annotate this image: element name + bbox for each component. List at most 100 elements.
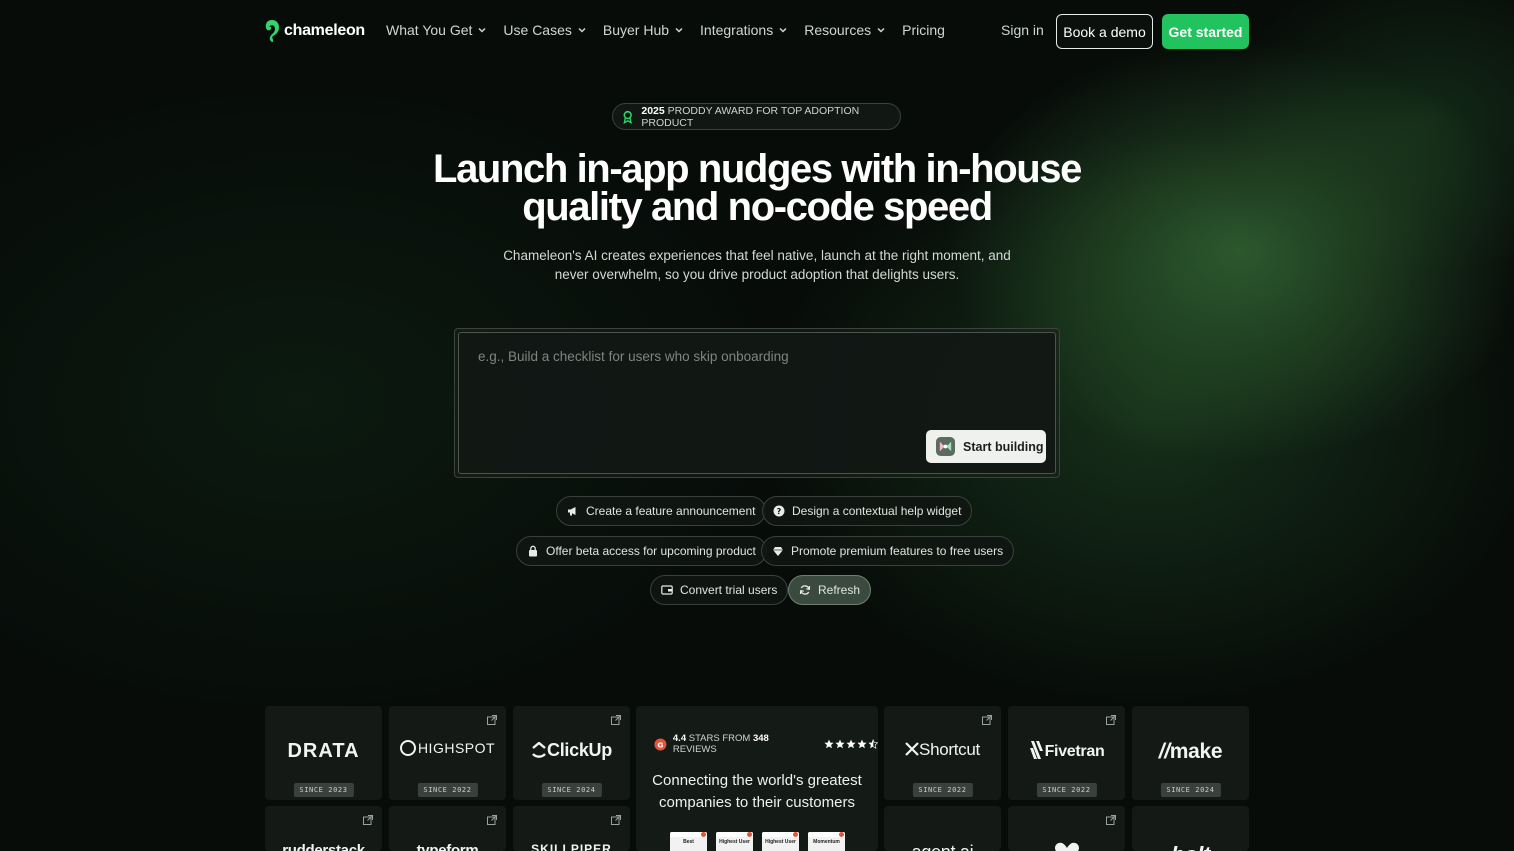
award-badge[interactable]: 2025 PRODDY AWARD FOR TOP ADOPTION PRODU… — [612, 103, 901, 130]
suggestion-feature-announcement[interactable]: Create a feature announcement — [556, 496, 767, 526]
g2-badges: Best Highest User Highest User Momentum — [670, 832, 845, 851]
customer-since: SINCE 2022 — [417, 783, 478, 797]
menu-pricing[interactable]: Pricing — [902, 22, 945, 38]
menu-label: What You Get — [386, 22, 473, 38]
external-link-icon[interactable] — [487, 815, 497, 825]
customer-card-heartbeat[interactable] — [1008, 806, 1125, 851]
external-link-icon[interactable] — [1106, 715, 1116, 725]
book-demo-button[interactable]: Book a demo — [1056, 14, 1153, 49]
refresh-suggestions-button[interactable]: Refresh — [788, 575, 872, 605]
customer-card-clickup[interactable]: ClickUp SINCE 2024 — [513, 706, 630, 800]
brand-name: chameleon — [284, 22, 365, 39]
customer-card-fivetran[interactable]: Fivetran SINCE 2022 — [1008, 706, 1125, 800]
menu-resources[interactable]: Resources — [804, 22, 886, 38]
brand-logo[interactable]: chameleon — [264, 19, 365, 43]
menu-use-cases[interactable]: Use Cases — [503, 22, 586, 38]
menu-label: Use Cases — [503, 22, 572, 38]
suggestion-convert-trial[interactable]: Convert trial users — [650, 575, 789, 605]
clickup-mark-icon — [532, 741, 546, 758]
chameleon-sparkle-icon — [936, 437, 955, 456]
gem-icon — [773, 547, 783, 556]
g2-badge: Momentum — [808, 832, 845, 851]
suggestion-premium-features[interactable]: Promote premium features to free users — [761, 536, 1015, 566]
highspot-mark-icon — [399, 740, 416, 756]
chip-label: Promote premium features to free users — [791, 544, 1004, 558]
suggestion-help-widget[interactable]: ? Design a contextual help widget — [762, 496, 973, 526]
card-icon — [661, 585, 673, 595]
menu-buyer-hub[interactable]: Buyer Hub — [603, 22, 684, 38]
customer-since: SINCE 2024 — [1160, 783, 1221, 797]
customer-card-highspot[interactable]: HIGHSPOT SINCE 2022 — [389, 706, 506, 800]
chevron-down-icon — [877, 27, 885, 33]
g2-score: 4.4 — [672, 733, 687, 744]
chameleon-logo-icon — [265, 20, 279, 42]
customer-card-typeform[interactable]: typeform — [389, 806, 506, 851]
question-circle-icon: ? — [773, 505, 785, 517]
g2-count: 348 — [752, 733, 769, 744]
customer-since: SINCE 2022 — [1036, 783, 1097, 797]
customer-logo-agent-ai: agent.ai — [884, 842, 1001, 851]
external-link-icon[interactable] — [982, 715, 992, 725]
chevron-down-icon — [578, 27, 586, 33]
g2-badge: Highest User — [716, 832, 753, 851]
customer-since: SINCE 2023 — [293, 783, 354, 797]
svg-text:G: G — [657, 740, 663, 749]
g2-badge: Highest User — [762, 832, 799, 851]
menu-integrations[interactable]: Integrations — [700, 22, 788, 38]
external-link-icon[interactable] — [611, 715, 621, 725]
external-link-icon[interactable] — [363, 815, 373, 825]
prompt-input[interactable] — [478, 349, 1018, 419]
chip-label: Refresh — [818, 583, 861, 597]
start-building-button[interactable]: Start building — [926, 430, 1046, 463]
star-rating — [824, 739, 878, 749]
hero-subtitle: Chameleon's AI creates experiences that … — [503, 248, 1011, 282]
customer-name: make — [1169, 740, 1223, 763]
star-icon — [846, 739, 856, 749]
customer-logo-rudderstack: rudderstack — [282, 842, 365, 851]
chip-label: Design a contextual help widget — [792, 504, 962, 518]
chip-label: Create a feature announcement — [586, 504, 756, 518]
menu-label: Integrations — [700, 22, 774, 38]
customer-logo-shortcut: Shortcut — [884, 740, 1001, 760]
shortcut-mark-icon — [905, 742, 919, 756]
g2-reviews-card: G 4.4 STARS FROM 348 REVIEWS Connecting … — [636, 706, 878, 851]
lock-icon — [529, 545, 537, 557]
g2-reviews-label: REVIEWS — [672, 744, 717, 755]
menu-what-you-get[interactable]: What You Get — [386, 22, 487, 38]
customer-card-rudderstack[interactable]: rudderstack — [265, 806, 382, 851]
suggestion-beta-access[interactable]: Offer beta access for upcoming product — [516, 536, 767, 566]
external-link-icon[interactable] — [611, 815, 621, 825]
customer-card-shortcut[interactable]: Shortcut SINCE 2022 — [884, 706, 1001, 800]
customer-name: Shortcut — [919, 740, 980, 759]
g2-tagline: Connecting the world's greatest companie… — [652, 772, 862, 811]
star-icon — [824, 739, 834, 749]
badge-label: Highest User — [765, 839, 796, 845]
badge-label: Highest User — [719, 839, 750, 845]
customer-name: HIGHSPOT — [417, 740, 496, 756]
star-icon — [835, 739, 845, 749]
chip-label: Convert trial users — [680, 583, 778, 597]
top-navigation: chameleon What You Get Use Cases Buyer H… — [0, 0, 1514, 62]
menu-label: Resources — [804, 22, 872, 38]
start-building-label: Start building — [963, 439, 1044, 454]
customer-logo-fivetran: Fivetran — [1008, 740, 1125, 761]
customer-logo-skillpiper: SKILLPIPER — [531, 842, 612, 851]
customer-logo-bolt: bolt — [1132, 842, 1249, 851]
chevron-down-icon — [779, 27, 787, 33]
external-link-icon[interactable] — [487, 715, 497, 725]
refresh-icon — [799, 585, 811, 595]
customer-card-skillpiper[interactable]: SKILLPIPER — [513, 806, 630, 851]
get-started-button[interactable]: Get started — [1162, 14, 1249, 49]
sign-in-link[interactable]: Sign in — [1001, 22, 1044, 38]
badge-label: Momentum — [813, 839, 840, 845]
customer-card-agent-ai: agent.ai — [884, 806, 1001, 851]
menu-label: Buyer Hub — [602, 22, 670, 38]
customer-logo-drata: DRATA — [287, 740, 360, 762]
customer-since: SINCE 2022 — [912, 783, 973, 797]
award-year: 2025 — [641, 104, 665, 117]
g2-stars-from: STARS FROM — [688, 733, 751, 744]
customer-card-drata: DRATA SINCE 2023 — [265, 706, 382, 800]
external-link-icon[interactable] — [1106, 815, 1116, 825]
customer-logo-make: //make — [1132, 740, 1249, 764]
g2-rating-text: 4.4 STARS FROM 348 REVIEWS — [673, 733, 814, 755]
